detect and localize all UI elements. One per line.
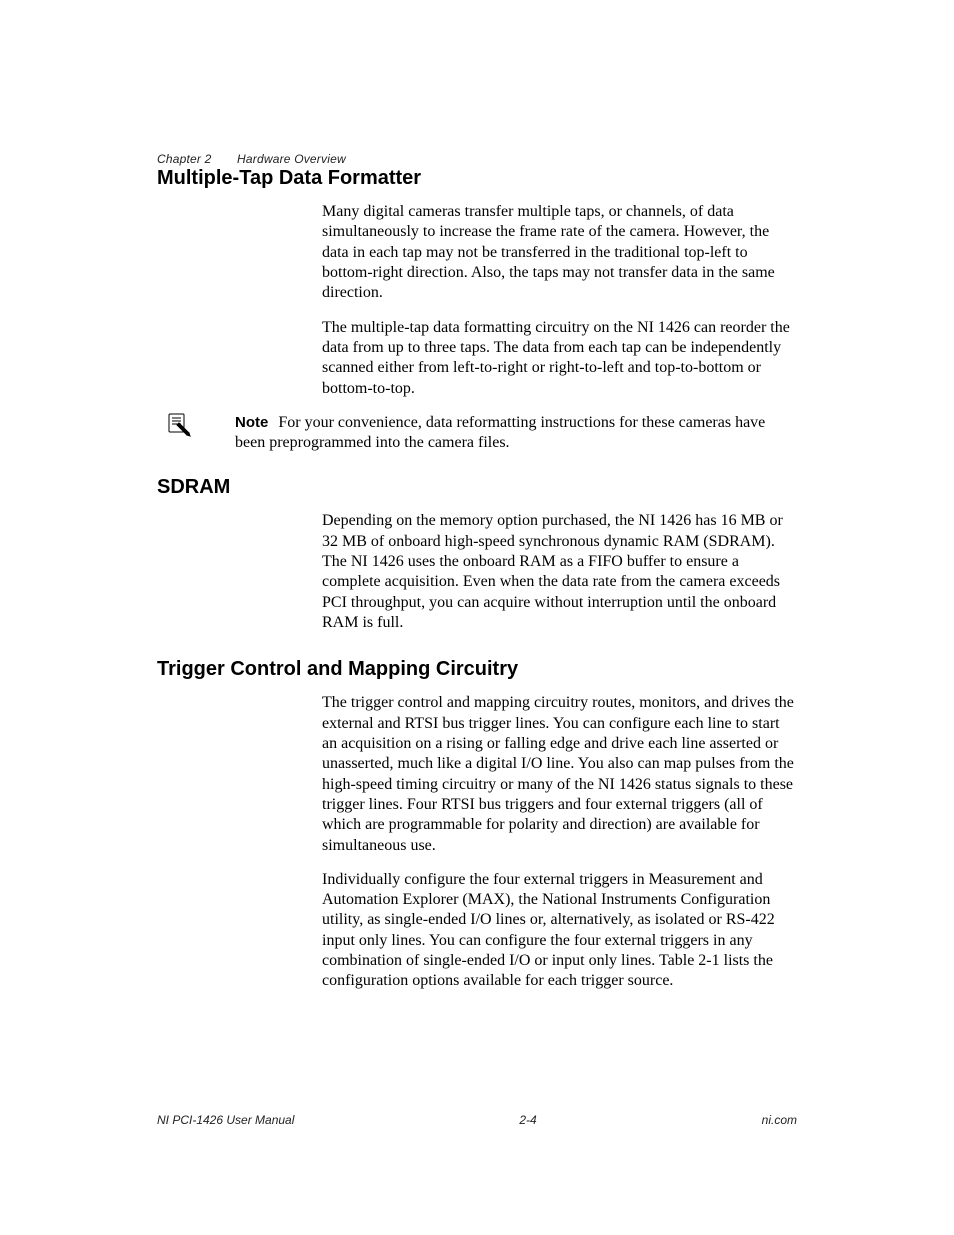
- paragraph: Depending on the memory option purchased…: [322, 511, 797, 633]
- running-header: Chapter 2 Hardware Overview: [157, 152, 797, 166]
- footer-site: ni.com: [762, 1113, 797, 1127]
- body-sdram: Depending on the memory option purchased…: [322, 511, 797, 633]
- body-multitap: Many digital cameras transfer multiple t…: [322, 202, 797, 399]
- paragraph: Many digital cameras transfer multiple t…: [322, 202, 797, 304]
- heading-trigger: Trigger Control and Mapping Circuitry: [157, 657, 797, 681]
- note-body: For your convenience, data reformatting …: [235, 414, 765, 451]
- chapter-title: Hardware Overview: [237, 152, 346, 166]
- paragraph: The multiple-tap data formatting circuit…: [322, 318, 797, 399]
- chapter-label: Chapter 2: [157, 152, 212, 166]
- note-label: Note: [235, 414, 268, 431]
- body-trigger: The trigger control and mapping circuitr…: [322, 693, 797, 991]
- page: Chapter 2 Hardware Overview Multiple-Tap…: [0, 0, 954, 992]
- note-block: NoteFor your convenience, data reformatt…: [157, 413, 797, 454]
- footer: NI PCI-1426 User Manual 2-4 ni.com: [157, 1113, 797, 1127]
- heading-sdram: SDRAM: [157, 475, 797, 499]
- footer-pagenum: 2-4: [519, 1113, 536, 1127]
- note-text: NoteFor your convenience, data reformatt…: [235, 413, 797, 454]
- heading-multitap: Multiple-Tap Data Formatter: [157, 166, 797, 190]
- paragraph: The trigger control and mapping circuitr…: [322, 693, 797, 856]
- paragraph: Individually configure the four external…: [322, 870, 797, 992]
- footer-manual: NI PCI-1426 User Manual: [157, 1113, 294, 1127]
- note-icon: [157, 413, 235, 442]
